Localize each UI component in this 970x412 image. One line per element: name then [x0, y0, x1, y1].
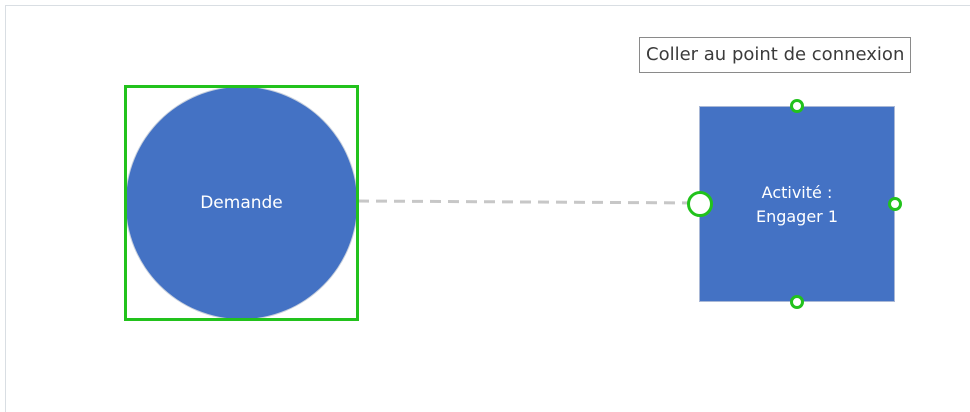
rectangle-label-line-2: Engager 1 — [755, 207, 839, 226]
rectangle-shape-activite[interactable]: Activité : Engager 1 — [699, 106, 895, 302]
connection-point-left-active[interactable] — [687, 191, 713, 217]
diagram-canvas[interactable]: Demande Activité : Engager 1 Coller au p… — [0, 0, 970, 412]
connection-point-bottom[interactable] — [790, 295, 804, 309]
selection-box[interactable] — [124, 85, 359, 321]
rectangle-shape-label: Activité : Engager 1 — [756, 179, 838, 229]
connection-tooltip: Coller au point de connexion — [639, 37, 912, 73]
connection-point-top[interactable] — [790, 99, 804, 113]
connection-point-right[interactable] — [888, 197, 902, 211]
rectangle-label-line-1: Activité : — [761, 183, 833, 202]
